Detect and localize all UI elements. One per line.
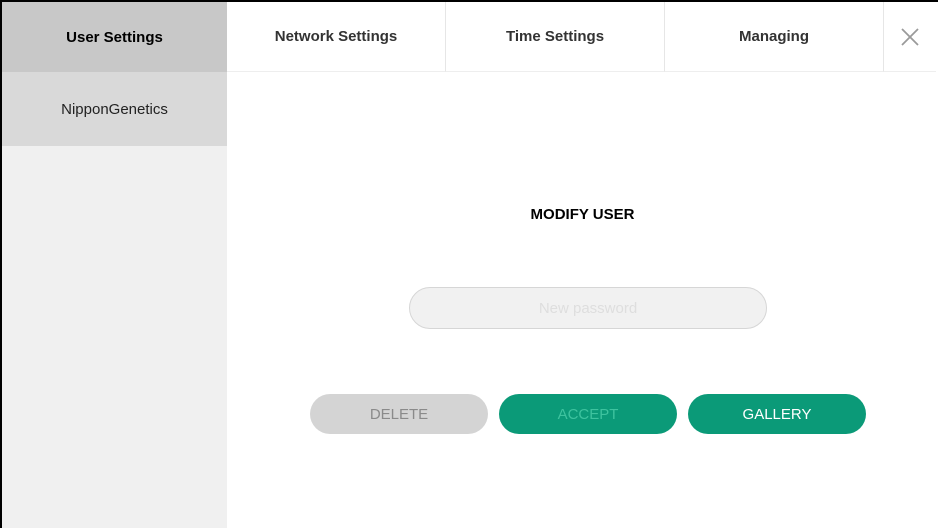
tab-time-settings[interactable]: Time Settings	[446, 2, 665, 72]
tab-managing[interactable]: Managing	[665, 2, 884, 72]
close-button[interactable]	[884, 2, 936, 72]
tab-bar: User Settings Network Settings Time Sett…	[2, 2, 938, 72]
tab-network-settings[interactable]: Network Settings	[227, 2, 446, 72]
tab-user-settings[interactable]: User Settings	[2, 2, 227, 72]
sidebar-item-nippongenetics[interactable]: NipponGenetics	[2, 72, 227, 146]
gallery-button[interactable]: GALLERY	[688, 394, 866, 434]
user-list-sidebar: NipponGenetics	[2, 72, 227, 528]
close-icon	[901, 27, 919, 46]
delete-button[interactable]: DELETE	[310, 394, 488, 434]
new-password-input[interactable]	[409, 287, 767, 329]
modify-user-panel: MODIFY USER DELETE ACCEPT GALLERY	[227, 72, 938, 528]
page-title: MODIFY USER	[530, 206, 635, 223]
accept-button[interactable]: ACCEPT	[499, 394, 677, 434]
app-window: User Settings Network Settings Time Sett…	[0, 0, 938, 528]
